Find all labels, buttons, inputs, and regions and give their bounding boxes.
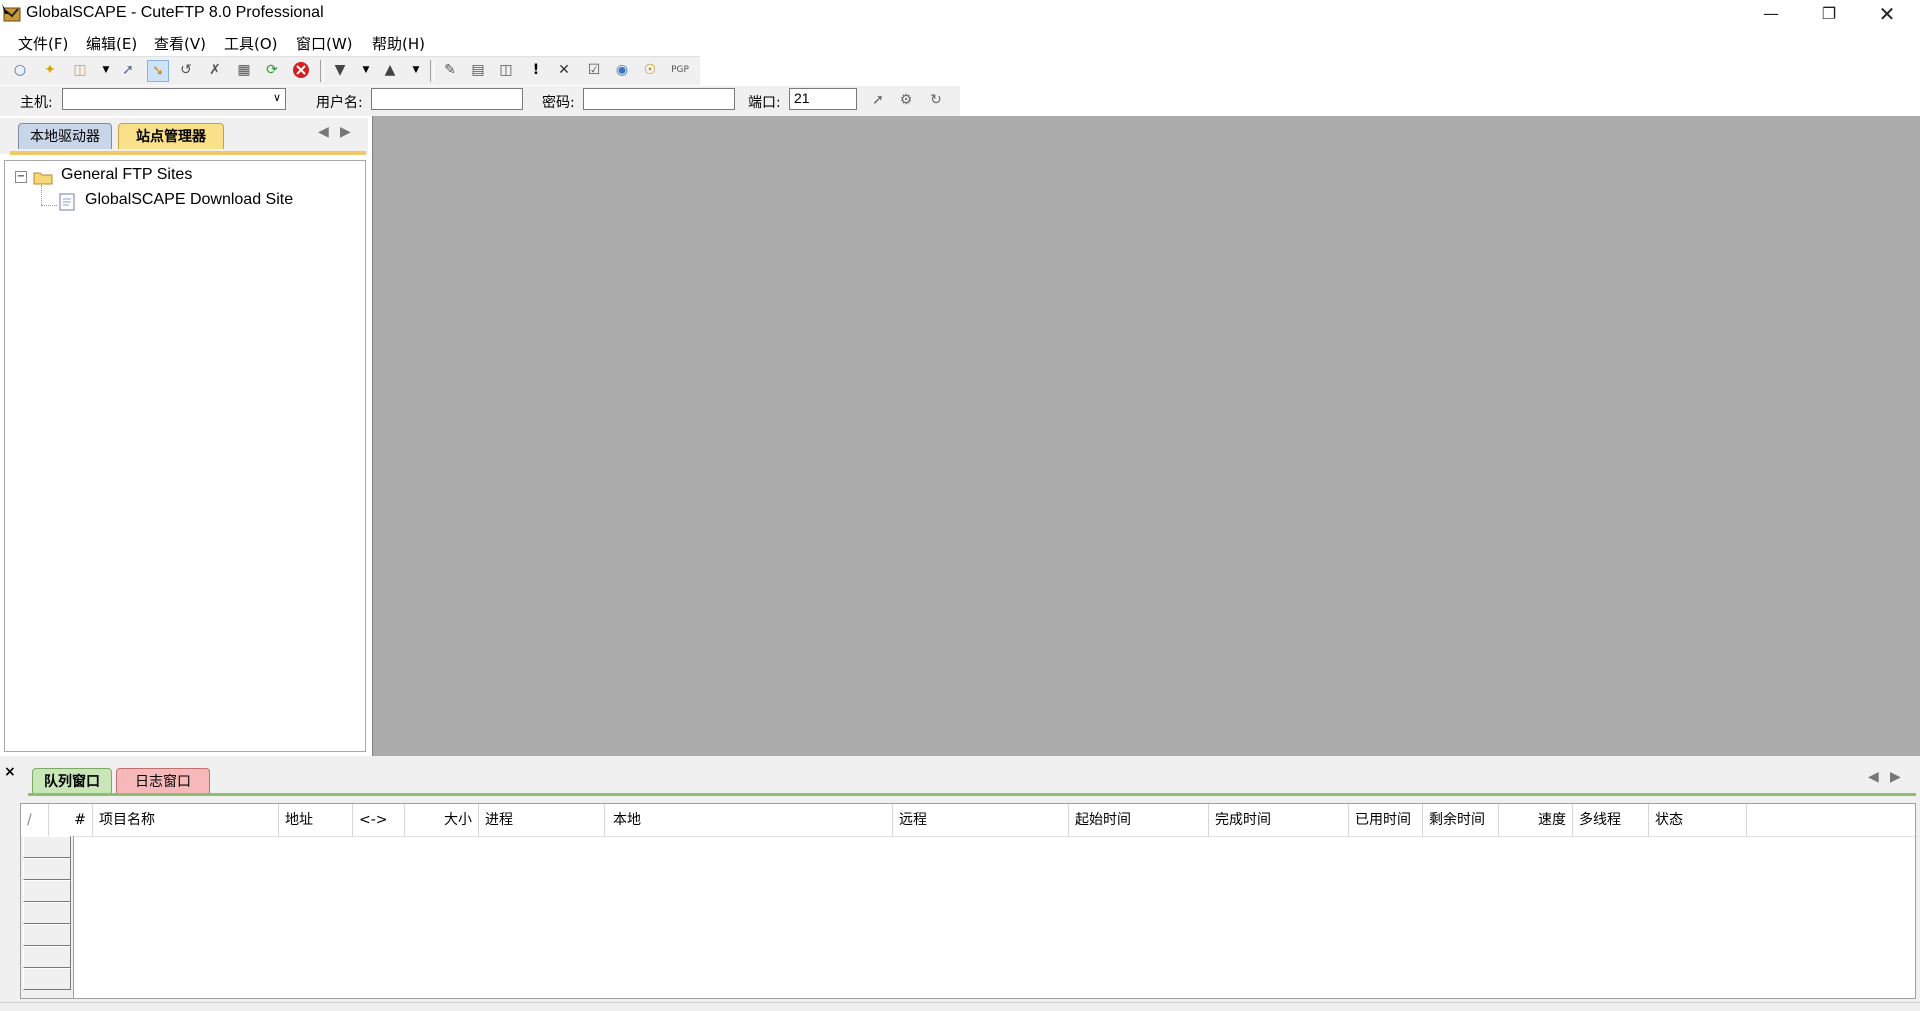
- mdi-workspace: [372, 116, 1920, 756]
- password-input[interactable]: [583, 88, 735, 110]
- collapse-toggle-icon[interactable]: −: [15, 171, 27, 183]
- quick-connect-icon[interactable]: ➚: [118, 60, 138, 80]
- col-multipart[interactable]: 多线程: [1573, 804, 1649, 836]
- col-local[interactable]: 本地: [605, 804, 893, 836]
- col-progress[interactable]: 进程: [479, 804, 605, 836]
- disconnect-icon[interactable]: ✗: [205, 60, 225, 80]
- dropdown-arrow-icon[interactable]: ▼: [96, 60, 116, 80]
- tree-child-label[interactable]: GlobalSCAPE Download Site: [85, 191, 293, 209]
- queue-table: / # 项目名称 地址 <-> 大小 进程 本地 远程 起始时间 完成时间 已用…: [20, 803, 1916, 999]
- tab-log-window[interactable]: 日志窗口: [116, 768, 210, 794]
- upload-icon[interactable]: ▲: [380, 60, 400, 80]
- col-remote[interactable]: 远程: [893, 804, 1069, 836]
- menu-help[interactable]: 帮助(H): [372, 33, 425, 54]
- globe-icon[interactable]: ◉: [612, 60, 632, 80]
- tab-scroll-right-icon[interactable]: ▶: [340, 124, 351, 140]
- connect-wizard-icon[interactable]: ✦: [40, 60, 60, 80]
- connect-icon[interactable]: ➘: [147, 60, 169, 82]
- port-label: 端口:: [748, 95, 781, 111]
- close-panel-icon[interactable]: ×: [4, 764, 16, 780]
- view-icon[interactable]: ▤: [468, 60, 488, 80]
- download-icon[interactable]: ▼: [330, 60, 350, 80]
- site-tree: − General FTP Sites GlobalSCAPE Download…: [4, 160, 366, 752]
- host-combobox[interactable]: ∨: [62, 88, 286, 110]
- col-status[interactable]: 状态: [1649, 804, 1747, 836]
- site-manager-icon[interactable]: ○: [10, 60, 30, 80]
- bottom-scroll-left-icon[interactable]: ◀: [1868, 769, 1879, 785]
- bottom-scroll-right-icon[interactable]: ▶: [1890, 769, 1901, 785]
- quick-connect-options-icon[interactable]: ⚙: [896, 90, 916, 110]
- menu-bar: 文件(F) 编辑(E) 查看(V) 工具(O) 窗口(W) 帮助(H): [0, 29, 1920, 55]
- menu-file[interactable]: 文件(F): [18, 33, 68, 54]
- reconnect-icon[interactable]: ↺: [176, 60, 196, 80]
- tab-site-manager[interactable]: 站点管理器: [118, 123, 224, 149]
- cuteftp-app-icon[interactable]: [2, 4, 22, 24]
- tab-scroll-left-icon[interactable]: ◀: [318, 124, 329, 140]
- restore-button[interactable]: ❐: [1800, 0, 1858, 28]
- title-bar: GlobalSCAPE - CuteFTP 8.0 Professional —…: [0, 0, 1920, 28]
- col-direction[interactable]: <->: [353, 804, 405, 836]
- support-icon[interactable]: ☉: [640, 60, 660, 80]
- download-dropdown-icon[interactable]: ▼: [356, 60, 376, 80]
- row-header[interactable]: [23, 880, 71, 902]
- username-label: 用户名:: [316, 95, 363, 111]
- chevron-down-icon[interactable]: ∨: [273, 91, 281, 104]
- quick-connect-go-icon[interactable]: ➚: [868, 90, 888, 110]
- port-input[interactable]: 21: [789, 88, 857, 110]
- menu-view[interactable]: 查看(V): [154, 33, 206, 54]
- menu-tools[interactable]: 工具(O): [224, 33, 278, 54]
- row-header-column: [21, 836, 74, 998]
- row-header[interactable]: [23, 924, 71, 946]
- row-header[interactable]: [23, 858, 71, 880]
- col-size[interactable]: 大小: [405, 804, 479, 836]
- col-item-name[interactable]: 项目名称: [93, 804, 279, 836]
- main-toolbar: ○ ✦ ◫ ▼ ➚ ➘ ↺ ✗ ▦ ⟳ ▼ ▼ ▲ ▼ ✎ ▤ ◫ ! ✕ ☑ …: [0, 56, 700, 85]
- minimize-button[interactable]: —: [1742, 0, 1800, 28]
- tab-local-drives[interactable]: 本地驱动器: [18, 123, 112, 149]
- window-title: GlobalSCAPE - CuteFTP 8.0 Professional: [26, 4, 324, 21]
- tab-queue-window[interactable]: 队列窗口: [32, 768, 112, 794]
- col-speed[interactable]: 速度: [1499, 804, 1573, 836]
- queue-header-row: / # 项目名称 地址 <-> 大小 进程 本地 远程 起始时间 完成时间 已用…: [21, 804, 1915, 837]
- row-header[interactable]: [23, 836, 71, 858]
- col-start-time[interactable]: 起始时间: [1069, 804, 1209, 836]
- url-icon[interactable]: ▦: [234, 60, 254, 80]
- col-finish-time[interactable]: 完成时间: [1209, 804, 1349, 836]
- close-button[interactable]: ✕: [1858, 0, 1916, 28]
- col-index[interactable]: #: [49, 804, 93, 836]
- col-sort[interactable]: /: [21, 804, 49, 836]
- refresh-icon[interactable]: ⟳: [262, 60, 282, 80]
- row-header[interactable]: [23, 968, 71, 990]
- tree-root-label[interactable]: General FTP Sites: [61, 166, 192, 184]
- username-input[interactable]: [371, 88, 523, 110]
- col-address[interactable]: 地址: [279, 804, 353, 836]
- site-document-icon: [59, 193, 75, 211]
- menu-edit[interactable]: 编辑(E): [86, 33, 137, 54]
- quick-connect-history-icon[interactable]: ↻: [926, 90, 946, 110]
- folder-icon: [33, 172, 53, 185]
- properties-icon[interactable]: ☑: [584, 60, 604, 80]
- delete-icon[interactable]: ✕: [554, 60, 574, 80]
- edit-icon[interactable]: ✎: [440, 60, 460, 80]
- menu-window[interactable]: 窗口(W): [296, 33, 353, 54]
- col-remaining[interactable]: 剩余时间: [1423, 804, 1499, 836]
- tab-underline: [10, 151, 366, 155]
- password-label: 密码:: [542, 95, 575, 111]
- row-header[interactable]: [23, 946, 71, 968]
- new-folder-icon[interactable]: ◫: [70, 60, 90, 80]
- upload-dropdown-icon[interactable]: ▼: [406, 60, 426, 80]
- exclamation-icon[interactable]: !: [526, 60, 546, 80]
- open-folder-icon[interactable]: ◫: [496, 60, 516, 80]
- col-elapsed[interactable]: 已用时间: [1349, 804, 1423, 836]
- row-header[interactable]: [23, 902, 71, 924]
- queue-tab-underline: [28, 793, 1916, 796]
- stop-icon[interactable]: [291, 60, 311, 80]
- pgp-icon[interactable]: PGP: [670, 60, 690, 80]
- host-label: 主机:: [20, 95, 53, 111]
